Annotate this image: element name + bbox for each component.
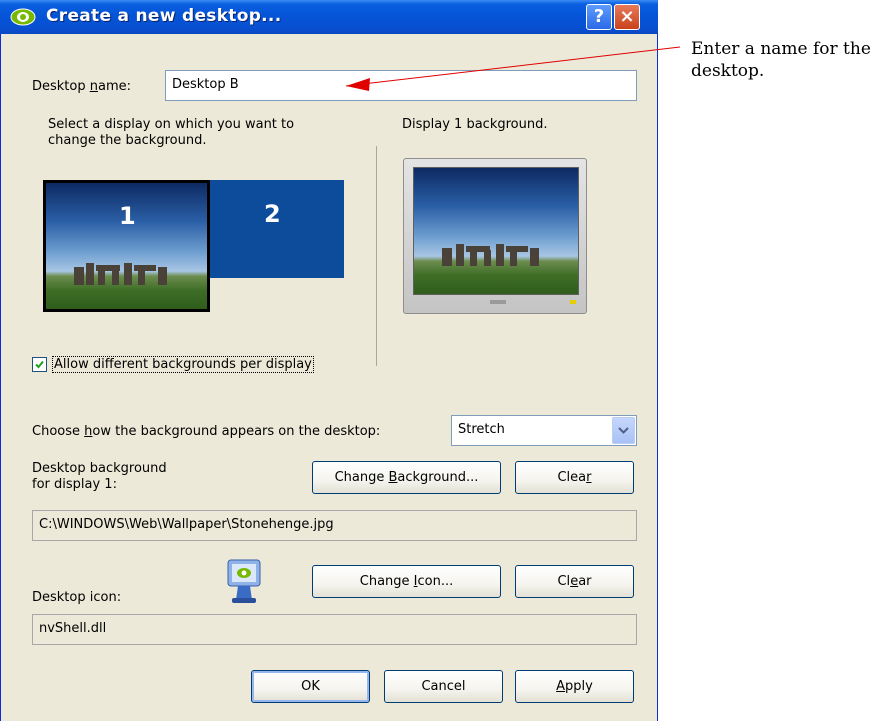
annotation-arrow <box>345 46 681 91</box>
annotation-text: Enter a name for the desktop. <box>691 39 871 81</box>
